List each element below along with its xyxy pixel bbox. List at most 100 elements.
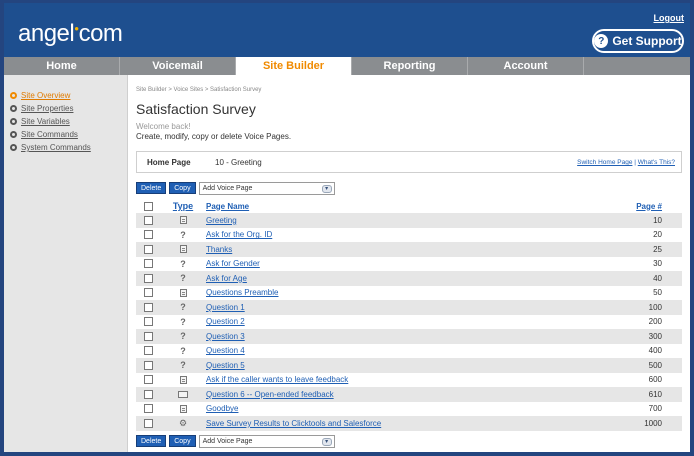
- row-checkbox[interactable]: [143, 346, 153, 356]
- row-checkbox[interactable]: [143, 389, 153, 399]
- logout-link[interactable]: Logout: [654, 13, 685, 23]
- table-row: ? Question 5 500: [136, 358, 682, 373]
- page-name-link[interactable]: Question 3: [206, 332, 622, 341]
- bullet-icon: [10, 144, 17, 151]
- row-checkbox[interactable]: [143, 273, 153, 283]
- page-name-link[interactable]: Ask for the Org. ID: [206, 230, 622, 239]
- row-checkbox[interactable]: [143, 215, 153, 225]
- table-row: Questions Preamble 50: [136, 286, 682, 301]
- get-support-button[interactable]: ? Get Support: [592, 29, 684, 53]
- document-icon: [179, 245, 187, 254]
- row-checkbox[interactable]: [143, 259, 153, 269]
- question-icon: ?: [180, 360, 186, 371]
- page-name-link[interactable]: Ask for Age: [206, 274, 622, 283]
- chevron-down-icon: ▾: [321, 437, 332, 446]
- table-row: ⚙ Save Survey Results to Clicktools and S…: [136, 416, 682, 431]
- page-name-column-header[interactable]: Page Name: [206, 202, 622, 211]
- row-checkbox-cell: [136, 302, 160, 312]
- type-cell: [160, 288, 206, 297]
- row-checkbox-cell: [136, 418, 160, 428]
- page-name-link[interactable]: Question 1: [206, 303, 622, 312]
- page-name-link[interactable]: Questions Preamble: [206, 288, 622, 297]
- add-voice-page-select-bottom[interactable]: Add Voice Page ▾: [198, 434, 335, 448]
- row-checkbox[interactable]: [143, 418, 153, 428]
- page-name-link[interactable]: Goodbye: [206, 404, 622, 413]
- sidebar-item-site-properties[interactable]: Site Properties: [10, 102, 127, 115]
- bullet-icon: [10, 105, 17, 112]
- delete-button-bottom[interactable]: Delete: [136, 435, 167, 447]
- row-checkbox[interactable]: [143, 404, 153, 414]
- page-name-link[interactable]: Question 6 -- Open-ended feedback: [206, 390, 622, 399]
- copy-button-bottom[interactable]: Copy: [169, 435, 196, 447]
- row-checkbox[interactable]: [143, 244, 153, 254]
- nav-reporting[interactable]: Reporting: [352, 57, 468, 75]
- page-name-link[interactable]: Question 5: [206, 361, 622, 370]
- whats-this-link[interactable]: What's This?: [638, 159, 675, 166]
- page-name-link[interactable]: Greeting: [206, 216, 622, 225]
- type-cell: ?: [160, 360, 206, 370]
- main-nav: Home Voicemail Site Builder Reporting Ac…: [4, 57, 690, 75]
- nav-site-builder[interactable]: Site Builder: [236, 57, 352, 75]
- page-number: 20: [653, 230, 662, 240]
- copy-button[interactable]: Copy: [169, 182, 196, 194]
- question-icon: ?: [180, 302, 186, 313]
- select-all-checkbox[interactable]: [143, 201, 153, 211]
- integration-icon: ⚙: [178, 417, 188, 428]
- page-number: 50: [653, 288, 662, 298]
- nav-account[interactable]: Account: [468, 57, 584, 75]
- page-name-link[interactable]: Question 2: [206, 317, 622, 326]
- row-checkbox-cell: [136, 389, 160, 399]
- page-name-link[interactable]: Ask if the caller wants to leave feedbac…: [206, 375, 622, 384]
- document-icon: [179, 216, 187, 225]
- question-icon: ?: [180, 316, 186, 327]
- bottom-toolbar: Delete Copy Add Voice Page ▾: [136, 434, 335, 448]
- type-cell: [160, 245, 206, 254]
- page-number: 30: [653, 259, 662, 269]
- type-cell: ?: [160, 346, 206, 356]
- page-number-column-header[interactable]: Page #: [622, 202, 682, 211]
- type-cell: ?: [160, 302, 206, 312]
- sidebar-item-site-variables[interactable]: Site Variables: [10, 115, 127, 128]
- row-checkbox-cell: [136, 331, 160, 341]
- document-icon: [179, 375, 187, 384]
- page-name-link[interactable]: Question 4: [206, 346, 622, 355]
- row-checkbox[interactable]: [143, 302, 153, 312]
- page-name-link[interactable]: Ask for Gender: [206, 259, 622, 268]
- bullet-icon: [10, 131, 17, 138]
- type-column-header[interactable]: Type: [160, 201, 206, 211]
- sidebar-item-site-commands[interactable]: Site Commands: [10, 128, 127, 141]
- type-cell: ?: [160, 273, 206, 283]
- type-cell: [160, 390, 206, 398]
- row-checkbox[interactable]: [143, 288, 153, 298]
- row-checkbox-cell: [136, 375, 160, 385]
- add-voice-page-select[interactable]: Add Voice Page ▾: [198, 181, 335, 195]
- sidebar-item-site-overview[interactable]: Site Overview: [10, 89, 127, 102]
- row-checkbox-cell: [136, 259, 160, 269]
- delete-button[interactable]: Delete: [136, 182, 167, 194]
- row-checkbox[interactable]: [143, 230, 153, 240]
- document-icon: [179, 404, 187, 413]
- sidebar-item-system-commands[interactable]: System Commands: [10, 141, 127, 154]
- switch-home-page-link[interactable]: Switch Home Page: [577, 159, 632, 166]
- row-checkbox-cell: [136, 273, 160, 283]
- bullet-icon: [10, 118, 17, 125]
- bullet-icon: [10, 92, 17, 99]
- page-name-link[interactable]: Save Survey Results to Clicktools and Sa…: [206, 419, 622, 428]
- nav-home[interactable]: Home: [4, 57, 120, 75]
- row-checkbox[interactable]: [143, 360, 153, 370]
- row-checkbox-cell: [136, 360, 160, 370]
- open-ended-icon: [178, 390, 188, 398]
- page-number: 1000: [644, 418, 662, 428]
- row-checkbox-cell: [136, 404, 160, 414]
- row-checkbox[interactable]: [143, 375, 153, 385]
- home-page-label: Home Page: [147, 158, 191, 167]
- table-header: Type Page Name Page #: [136, 199, 682, 213]
- row-checkbox-cell: [136, 346, 160, 356]
- row-checkbox[interactable]: [143, 331, 153, 341]
- type-cell: ⚙: [160, 418, 206, 429]
- nav-voicemail[interactable]: Voicemail: [120, 57, 236, 75]
- table-row: Goodbye 700: [136, 402, 682, 417]
- page-name-link[interactable]: Thanks: [206, 245, 622, 254]
- row-checkbox[interactable]: [143, 317, 153, 327]
- type-cell: [160, 404, 206, 413]
